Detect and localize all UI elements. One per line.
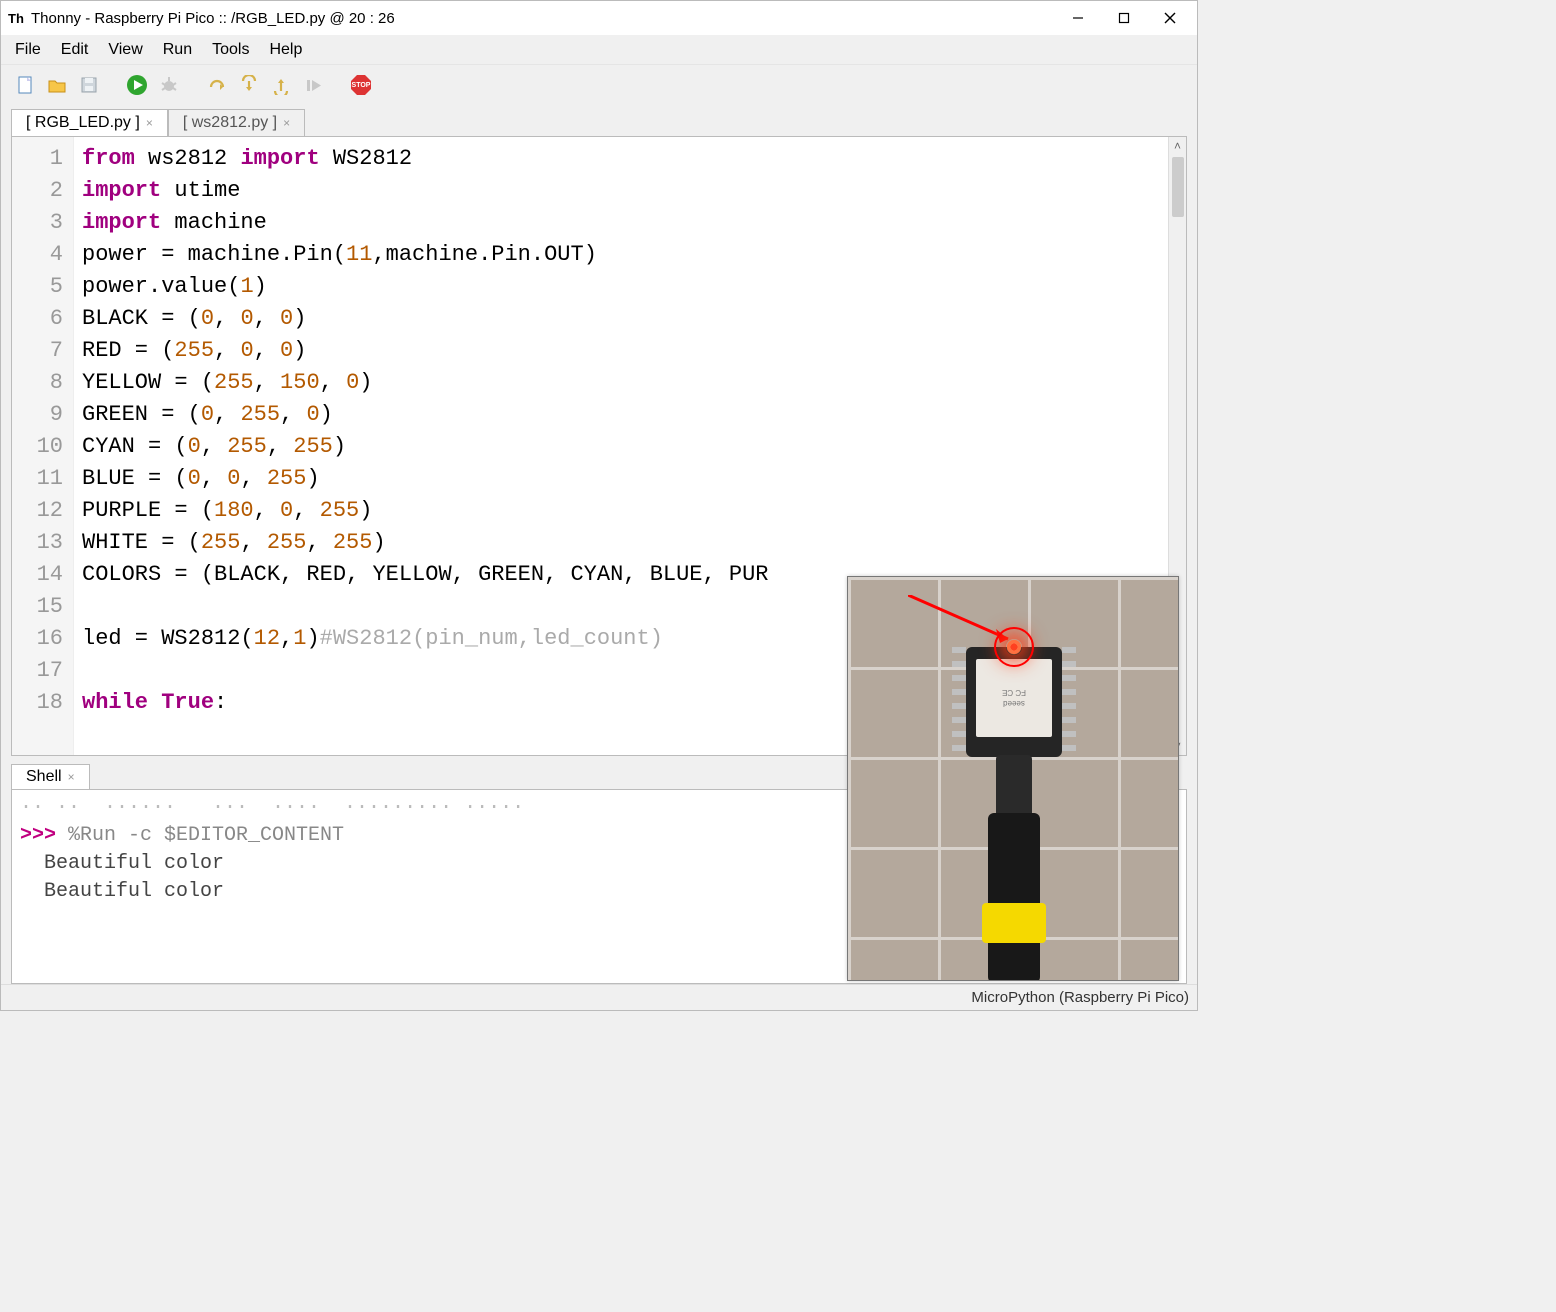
line-number: 2 <box>16 175 63 207</box>
line-number: 11 <box>16 463 63 495</box>
line-number: 3 <box>16 207 63 239</box>
debug-button[interactable] <box>155 71 183 99</box>
chip-cert-label: FC CE <box>1002 688 1026 697</box>
line-number: 6 <box>16 303 63 335</box>
line-number: 14 <box>16 559 63 591</box>
code-line: GREEN = (0, 255, 0) <box>82 399 1160 431</box>
line-number: 18 <box>16 687 63 719</box>
line-number: 7 <box>16 335 63 367</box>
maximize-button[interactable] <box>1101 1 1147 35</box>
code-line: import machine <box>82 207 1160 239</box>
menu-run[interactable]: Run <box>153 37 202 63</box>
app-window: Th Thonny - Raspberry Pi Pico :: /RGB_LE… <box>0 0 1198 1011</box>
code-line: power = machine.Pin(11,machine.Pin.OUT) <box>82 239 1160 271</box>
menu-file[interactable]: File <box>5 37 51 63</box>
chip-brand-label: seeed <box>1003 699 1025 708</box>
editor-tabs-area: [ RGB_LED.py ] × [ ws2812.py ] × <box>1 105 1197 136</box>
line-gutter: 123456789101112131415161718 <box>12 137 74 755</box>
line-number: 13 <box>16 527 63 559</box>
menubar: File Edit View Run Tools Help <box>1 35 1197 65</box>
code-line: WHITE = (255, 255, 255) <box>82 527 1160 559</box>
cable-band <box>982 903 1046 943</box>
app-icon: Th <box>7 9 25 27</box>
toolbar: STOP <box>1 65 1197 105</box>
highlight-circle <box>994 627 1034 667</box>
line-number: 4 <box>16 239 63 271</box>
close-icon[interactable]: × <box>68 770 75 784</box>
tab-rgb-led[interactable]: [ RGB_LED.py ] × <box>11 109 168 136</box>
close-icon <box>1164 12 1176 24</box>
tab-label: [ RGB_LED.py ] <box>26 114 140 132</box>
new-file-button[interactable] <box>11 71 39 99</box>
code-line: from ws2812 import WS2812 <box>82 143 1160 175</box>
new-file-icon <box>15 75 35 95</box>
save-file-icon <box>79 75 99 95</box>
line-number: 12 <box>16 495 63 527</box>
close-button[interactable] <box>1147 1 1193 35</box>
stop-icon: STOP <box>349 73 373 97</box>
maximize-icon <box>1118 12 1130 24</box>
titlebar: Th Thonny - Raspberry Pi Pico :: /RGB_LE… <box>1 1 1197 35</box>
line-number: 5 <box>16 271 63 303</box>
menu-edit[interactable]: Edit <box>51 37 99 63</box>
code-line: import utime <box>82 175 1160 207</box>
backend-label[interactable]: MicroPython (Raspberry Pi Pico) <box>971 989 1189 1006</box>
close-icon[interactable]: × <box>146 116 153 130</box>
line-number: 17 <box>16 655 63 687</box>
step-out-button[interactable] <box>267 71 295 99</box>
svg-text:STOP: STOP <box>352 82 371 89</box>
line-number: 16 <box>16 623 63 655</box>
step-into-icon <box>239 75 259 95</box>
step-over-icon <box>207 75 227 95</box>
resume-icon <box>303 75 323 95</box>
line-number: 9 <box>16 399 63 431</box>
code-line: PURPLE = (180, 0, 255) <box>82 495 1160 527</box>
line-number: 1 <box>16 143 63 175</box>
step-out-icon <box>271 75 291 95</box>
code-line: YELLOW = (255, 150, 0) <box>82 367 1160 399</box>
code-line: RED = (255, 0, 0) <box>82 335 1160 367</box>
save-file-button[interactable] <box>75 71 103 99</box>
tab-ws2812[interactable]: [ ws2812.py ] × <box>168 109 305 136</box>
code-line: power.value(1) <box>82 271 1160 303</box>
menu-view[interactable]: View <box>98 37 152 63</box>
shell-tab[interactable]: Shell × <box>11 764 90 789</box>
code-line: BLACK = (0, 0, 0) <box>82 303 1160 335</box>
close-icon[interactable]: × <box>283 116 290 130</box>
device-photo: seeed FC CE <box>847 576 1179 981</box>
menu-tools[interactable]: Tools <box>202 37 259 63</box>
line-number: 15 <box>16 591 63 623</box>
code-line: CYAN = (0, 255, 255) <box>82 431 1160 463</box>
resume-button[interactable] <box>299 71 327 99</box>
minimize-icon <box>1072 12 1084 24</box>
scroll-thumb[interactable] <box>1172 157 1184 217</box>
code-line: BLUE = (0, 0, 255) <box>82 463 1160 495</box>
window-controls <box>1055 1 1193 35</box>
menu-help[interactable]: Help <box>259 37 312 63</box>
window-title: Thonny - Raspberry Pi Pico :: /RGB_LED.p… <box>31 10 395 27</box>
shell-tab-label: Shell <box>26 768 62 786</box>
line-number: 10 <box>16 431 63 463</box>
minimize-button[interactable] <box>1055 1 1101 35</box>
statusbar: MicroPython (Raspberry Pi Pico) <box>1 984 1197 1010</box>
step-into-button[interactable] <box>235 71 263 99</box>
run-button[interactable] <box>123 71 151 99</box>
usb-cable <box>988 813 1040 981</box>
tab-label: [ ws2812.py ] <box>183 114 277 132</box>
run-icon <box>126 74 148 96</box>
debug-icon <box>159 75 179 95</box>
usb-connector <box>996 755 1032 815</box>
scroll-up-icon[interactable]: ˄ <box>1174 137 1181 155</box>
editor-tabs: [ RGB_LED.py ] × [ ws2812.py ] × <box>11 109 1187 136</box>
step-over-button[interactable] <box>203 71 231 99</box>
open-file-icon <box>47 75 67 95</box>
open-file-button[interactable] <box>43 71 71 99</box>
line-number: 8 <box>16 367 63 399</box>
stop-button[interactable]: STOP <box>347 71 375 99</box>
